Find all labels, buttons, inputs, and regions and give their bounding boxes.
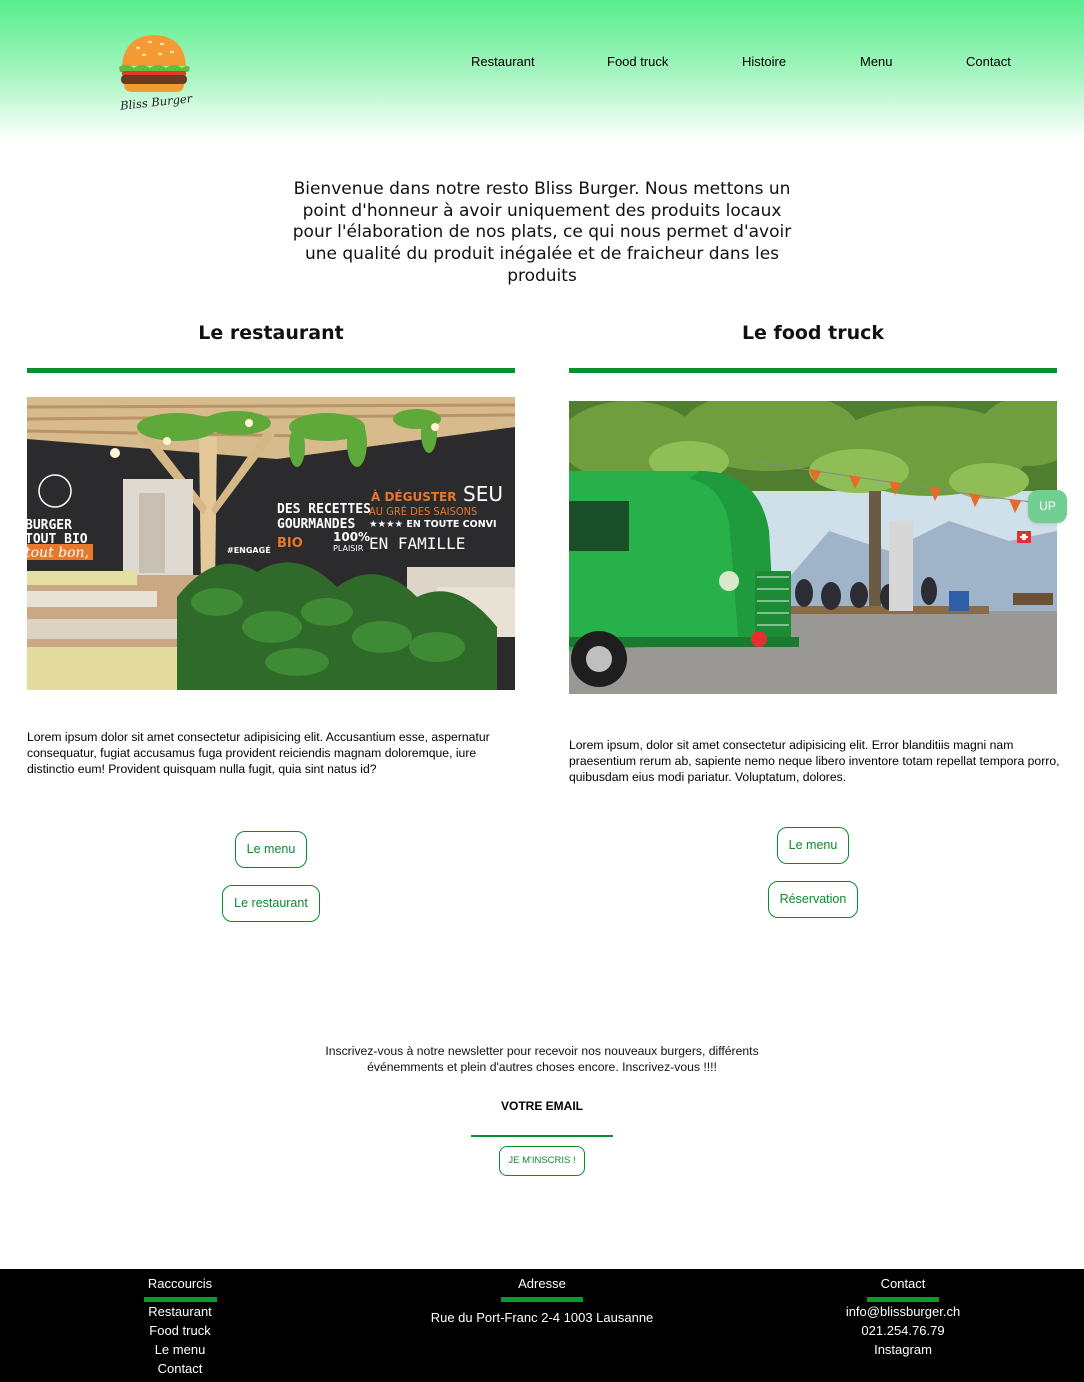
footer-address-line: Rue du Port-Franc 2-4 1003 Lausanne	[430, 1310, 654, 1325]
board-conviv: ★★★★ EN TOUTE CONVI	[369, 519, 497, 530]
restaurant-button[interactable]: Le restaurant	[222, 885, 320, 922]
foodtruck-menu-button[interactable]: Le menu	[777, 827, 849, 864]
footer-address-title: Adresse	[518, 1276, 566, 1291]
footer-instagram[interactable]: Instagram	[783, 1342, 1023, 1357]
nav-contact[interactable]: Contact	[966, 54, 1011, 69]
nav-histoire[interactable]: Histoire	[742, 54, 786, 69]
foodtruck-title: Le food truck	[741, 322, 885, 344]
board-famille: EN FAMILLE	[369, 534, 465, 553]
board-left-3: tout bon,	[27, 545, 89, 561]
board-deguster: À DÉGUSTER	[371, 489, 456, 504]
board-title-1: DES RECETTES	[277, 502, 371, 517]
restaurant-text: Lorem ipsum dolor sit amet consectetur a…	[27, 730, 490, 776]
board-left-1: BURGER	[27, 518, 72, 533]
footer-shortcuts-title: Raccourcis	[147, 1276, 213, 1291]
board-saisons: AU GRÉ DES SAISONS	[369, 505, 477, 518]
main-nav: Restaurant Food truck Histoire Menu Cont…	[0, 54, 1084, 74]
site-header: Bliss Burger Restaurant Food truck Histo…	[0, 0, 1084, 140]
footer-link-menu[interactable]: Le menu	[60, 1342, 300, 1357]
footer-phone[interactable]: 021.254.76.79	[783, 1323, 1023, 1338]
board-plaisir-2: PLAISIR	[333, 544, 364, 553]
subscribe-button[interactable]: JE M'INSCRIS !	[499, 1146, 585, 1176]
restaurant-photo: BURGER TOUT BIO tout bon, DES RECETTES G…	[27, 397, 515, 690]
intro-text: Bienvenue dans notre resto Bliss Burger.…	[292, 179, 792, 286]
foodtruck-text: Lorem ipsum, dolor sit amet consectetur …	[569, 738, 1060, 784]
restaurant-title: Le restaurant	[198, 322, 344, 344]
nav-restaurant[interactable]: Restaurant	[471, 54, 535, 69]
footer-shortcuts-divider	[144, 1297, 217, 1302]
footer-link-restaurant[interactable]: Restaurant	[60, 1304, 300, 1319]
site-footer: Raccourcis Restaurant Food truck Le menu…	[0, 1269, 1084, 1382]
scroll-up-button[interactable]: UP	[1028, 490, 1067, 523]
footer-contact-divider	[867, 1297, 939, 1302]
foodtruck-divider	[569, 368, 1057, 373]
foodtruck-photo	[569, 401, 1057, 694]
footer-contact-title: Contact	[880, 1276, 926, 1291]
footer-link-food-truck[interactable]: Food truck	[60, 1323, 300, 1338]
logo-text: Bliss Burger	[118, 91, 194, 110]
board-bio: BIO	[277, 536, 303, 551]
board-plaisir: 100%	[333, 530, 370, 544]
footer-email[interactable]: info@blissburger.ch	[783, 1304, 1023, 1319]
nav-menu[interactable]: Menu	[860, 54, 893, 69]
board-engage: #ENGAGÉ	[227, 544, 271, 555]
board-seu: SEU	[463, 482, 503, 506]
restaurant-divider	[27, 368, 515, 373]
newsletter-text: Inscrivez-vous à notre newsletter pour r…	[325, 1044, 759, 1074]
email-input[interactable]	[471, 1094, 613, 1137]
reservation-button[interactable]: Réservation	[768, 881, 858, 918]
footer-address-divider	[501, 1297, 583, 1302]
nav-food-truck[interactable]: Food truck	[607, 54, 668, 69]
restaurant-menu-button[interactable]: Le menu	[235, 831, 307, 868]
footer-link-contact[interactable]: Contact	[60, 1361, 300, 1376]
